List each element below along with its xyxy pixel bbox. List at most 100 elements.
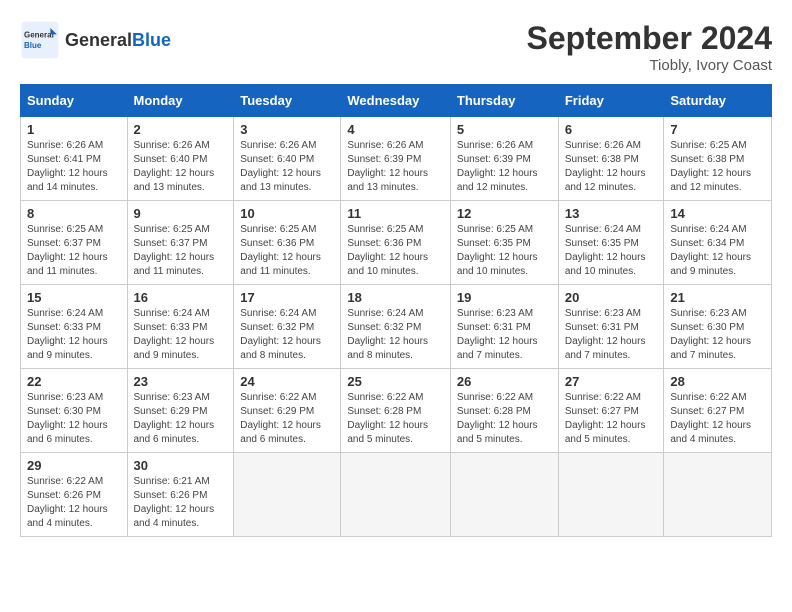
header-cell-wednesday: Wednesday — [341, 85, 451, 117]
day-number: 3 — [240, 122, 334, 137]
week-row-5: 29 Sunrise: 6:22 AM Sunset: 6:26 PM Dayli… — [21, 453, 772, 537]
day-cell — [558, 453, 664, 537]
day-number: 23 — [134, 374, 228, 389]
header-cell-saturday: Saturday — [664, 85, 772, 117]
header: General Blue GeneralBlue September 2024 … — [20, 20, 772, 74]
day-cell: 11 Sunrise: 6:25 AM Sunset: 6:36 PM Dayli… — [341, 201, 451, 285]
day-cell: 26Sunrise: 6:22 AM Sunset: 6:28 PM Dayli… — [450, 369, 558, 453]
day-cell: 22 Sunrise: 6:23 AM Sunset: 6:30 PM Dayli… — [21, 369, 128, 453]
day-cell: 8Sunrise: 6:25 AM Sunset: 6:37 PM Daylig… — [21, 201, 128, 285]
day-info: Sunrise: 6:26 AM Sunset: 6:39 PM Dayligh… — [457, 139, 552, 195]
day-number: 1 — [27, 122, 121, 137]
calendar-table: SundayMondayTuesdayWednesdayThursdayFrid… — [20, 84, 772, 537]
day-number: 24 — [240, 374, 334, 389]
day-number: 28 — [670, 374, 765, 389]
day-cell: 4Sunrise: 6:26 AM Sunset: 6:39 PM Daylig… — [341, 117, 451, 201]
day-cell: 28 Sunrise: 6:22 AM Sunset: 6:27 PM Dayli… — [664, 369, 772, 453]
day-cell: 9Sunrise: 6:25 AM Sunset: 6:37 PM Daylig… — [127, 201, 234, 285]
day-number: 5 — [457, 122, 552, 137]
day-cell: 3 Sunrise: 6:26 AM Sunset: 6:40 PM Daylig… — [234, 117, 341, 201]
logo-icon: General Blue — [20, 20, 60, 60]
location-title: Tiobly, Ivory Coast — [527, 57, 772, 74]
day-number: 29 — [27, 458, 121, 473]
day-info: Sunrise: 6:24 AM Sunset: 6:35 PM Dayligh… — [565, 223, 658, 279]
day-info: Sunrise: 6:26 AM Sunset: 6:40 PM Dayligh… — [240, 139, 334, 195]
day-info: Sunrise: 6:25 AM Sunset: 6:36 PM Dayligh… — [240, 223, 334, 279]
day-cell: 6Sunrise: 6:26 AM Sunset: 6:38 PM Daylig… — [558, 117, 664, 201]
day-number: 17 — [240, 290, 334, 305]
day-cell: 14 Sunrise: 6:24 AM Sunset: 6:34 PM Dayli… — [664, 201, 772, 285]
svg-text:Blue: Blue — [24, 41, 42, 50]
day-cell — [450, 453, 558, 537]
day-cell: 29 Sunrise: 6:22 AM Sunset: 6:26 PM Dayli… — [21, 453, 128, 537]
day-cell — [341, 453, 451, 537]
day-number: 10 — [240, 206, 334, 221]
day-number: 22 — [27, 374, 121, 389]
day-number: 8 — [27, 206, 121, 221]
day-info: Sunrise: 6:24 AM Sunset: 6:33 PM Dayligh… — [134, 307, 228, 363]
day-cell: 12Sunrise: 6:25 AM Sunset: 6:35 PM Dayli… — [450, 201, 558, 285]
day-number: 11 — [347, 206, 444, 221]
day-number: 2 — [134, 122, 228, 137]
day-info: Sunrise: 6:26 AM Sunset: 6:41 PM Dayligh… — [27, 139, 121, 195]
day-number: 25 — [347, 374, 444, 389]
day-number: 14 — [670, 206, 765, 221]
day-number: 13 — [565, 206, 658, 221]
header-cell-sunday: Sunday — [21, 85, 128, 117]
day-info: Sunrise: 6:24 AM Sunset: 6:33 PM Dayligh… — [27, 307, 121, 363]
day-number: 27 — [565, 374, 658, 389]
day-number: 4 — [347, 122, 444, 137]
day-info: Sunrise: 6:23 AM Sunset: 6:30 PM Dayligh… — [670, 307, 765, 363]
day-cell: 2 Sunrise: 6:26 AM Sunset: 6:40 PM Daylig… — [127, 117, 234, 201]
day-cell: 20 Sunrise: 6:23 AM Sunset: 6:31 PM Dayli… — [558, 285, 664, 369]
day-number: 15 — [27, 290, 121, 305]
day-number: 19 — [457, 290, 552, 305]
day-info: Sunrise: 6:25 AM Sunset: 6:38 PM Dayligh… — [670, 139, 765, 195]
day-cell: 24 Sunrise: 6:22 AM Sunset: 6:29 PM Dayli… — [234, 369, 341, 453]
day-cell: 5 Sunrise: 6:26 AM Sunset: 6:39 PM Daylig… — [450, 117, 558, 201]
day-number: 7 — [670, 122, 765, 137]
day-number: 21 — [670, 290, 765, 305]
month-title: September 2024 — [527, 20, 772, 57]
day-cell: 17Sunrise: 6:24 AM Sunset: 6:32 PM Dayli… — [234, 285, 341, 369]
day-number: 16 — [134, 290, 228, 305]
day-number: 12 — [457, 206, 552, 221]
day-cell: 18Sunrise: 6:24 AM Sunset: 6:32 PM Dayli… — [341, 285, 451, 369]
day-number: 30 — [134, 458, 228, 473]
day-info: Sunrise: 6:26 AM Sunset: 6:40 PM Dayligh… — [134, 139, 228, 195]
day-cell: 27 Sunrise: 6:22 AM Sunset: 6:27 PM Dayli… — [558, 369, 664, 453]
day-number: 20 — [565, 290, 658, 305]
day-info: Sunrise: 6:22 AM Sunset: 6:27 PM Dayligh… — [565, 391, 658, 447]
day-cell: 23 Sunrise: 6:23 AM Sunset: 6:29 PM Dayli… — [127, 369, 234, 453]
header-cell-friday: Friday — [558, 85, 664, 117]
week-row-2: 8 Sunrise: 6:25 AM Sunset: 6:37 PM Daylig… — [21, 201, 772, 285]
day-info: Sunrise: 6:23 AM Sunset: 6:30 PM Dayligh… — [27, 391, 121, 447]
day-info: Sunrise: 6:22 AM Sunset: 6:26 PM Dayligh… — [27, 475, 121, 531]
day-info: Sunrise: 6:25 AM Sunset: 6:37 PM Dayligh… — [134, 223, 228, 279]
day-info: Sunrise: 6:23 AM Sunset: 6:31 PM Dayligh… — [457, 307, 552, 363]
logo: General Blue GeneralBlue — [20, 20, 171, 60]
day-cell — [664, 453, 772, 537]
day-cell: 7 Sunrise: 6:25 AM Sunset: 6:38 PM Daylig… — [664, 117, 772, 201]
day-info: Sunrise: 6:25 AM Sunset: 6:36 PM Dayligh… — [347, 223, 444, 279]
day-info: Sunrise: 6:23 AM Sunset: 6:31 PM Dayligh… — [565, 307, 658, 363]
week-row-4: 22 Sunrise: 6:23 AM Sunset: 6:30 PM Dayli… — [21, 369, 772, 453]
day-info: Sunrise: 6:24 AM Sunset: 6:34 PM Dayligh… — [670, 223, 765, 279]
day-cell: 1 Sunrise: 6:26 AM Sunset: 6:41 PM Daylig… — [21, 117, 128, 201]
day-cell: 19 Sunrise: 6:23 AM Sunset: 6:31 PM Dayli… — [450, 285, 558, 369]
week-row-1: 1 Sunrise: 6:26 AM Sunset: 6:41 PM Daylig… — [21, 117, 772, 201]
day-info: Sunrise: 6:26 AM Sunset: 6:38 PM Dayligh… — [565, 139, 658, 195]
day-cell: 30Sunrise: 6:21 AM Sunset: 6:26 PM Dayli… — [127, 453, 234, 537]
day-cell: 21 Sunrise: 6:23 AM Sunset: 6:30 PM Dayli… — [664, 285, 772, 369]
day-info: Sunrise: 6:22 AM Sunset: 6:29 PM Dayligh… — [240, 391, 334, 447]
header-cell-thursday: Thursday — [450, 85, 558, 117]
day-info: Sunrise: 6:22 AM Sunset: 6:28 PM Dayligh… — [457, 391, 552, 447]
day-info: Sunrise: 6:22 AM Sunset: 6:27 PM Dayligh… — [670, 391, 765, 447]
day-cell: 16 Sunrise: 6:24 AM Sunset: 6:33 PM Dayli… — [127, 285, 234, 369]
logo-text: GeneralBlue — [65, 30, 171, 51]
day-cell: 15 Sunrise: 6:24 AM Sunset: 6:33 PM Dayli… — [21, 285, 128, 369]
day-info: Sunrise: 6:23 AM Sunset: 6:29 PM Dayligh… — [134, 391, 228, 447]
header-row: SundayMondayTuesdayWednesdayThursdayFrid… — [21, 85, 772, 117]
day-info: Sunrise: 6:24 AM Sunset: 6:32 PM Dayligh… — [347, 307, 444, 363]
day-info: Sunrise: 6:22 AM Sunset: 6:28 PM Dayligh… — [347, 391, 444, 447]
